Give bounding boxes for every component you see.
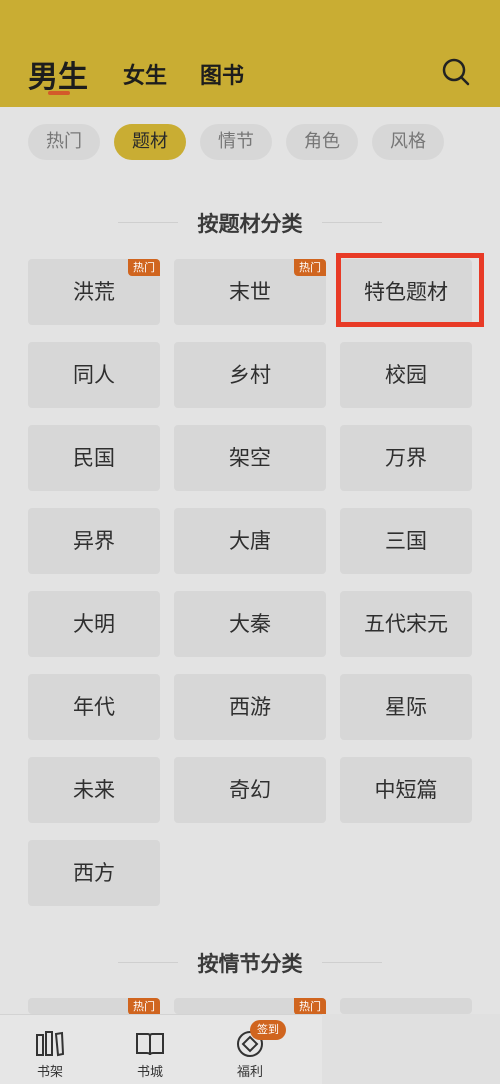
chip-hot[interactable]: 热门	[28, 124, 100, 160]
section-title-plot: 按情节分类	[197, 952, 303, 976]
theme-item-label: 末世	[229, 280, 271, 304]
theme-item-label: 万界	[385, 446, 427, 470]
theme-item-label: 民国	[73, 446, 115, 470]
theme-item[interactable]: 架空	[174, 425, 326, 491]
theme-item[interactable]: 大秦	[174, 591, 326, 657]
theme-item-label: 未来	[73, 778, 115, 802]
plot-item[interactable]: 热门	[174, 998, 326, 1015]
theme-item-label: 星际	[385, 695, 427, 719]
plot-item[interactable]: 热门	[28, 998, 160, 1015]
bookshelf-icon	[36, 1031, 65, 1057]
app-header: 男生 女生 图书	[0, 0, 500, 107]
active-tab-indicator	[48, 91, 70, 95]
tab-female[interactable]: 女生	[123, 58, 167, 90]
hot-badge: 热门	[128, 998, 160, 1015]
theme-item-label: 西游	[229, 695, 271, 719]
theme-item-label: 西方	[73, 861, 115, 885]
theme-item[interactable]: 五代宋元	[340, 591, 472, 657]
search-icon[interactable]	[442, 58, 470, 86]
tab-books[interactable]: 图书	[200, 58, 244, 90]
tab-male[interactable]: 男生	[28, 52, 88, 96]
book-icon	[136, 1033, 164, 1056]
theme-item[interactable]: 同人	[28, 342, 160, 408]
hot-badge: 热门	[128, 259, 160, 276]
chip-style[interactable]: 风格	[372, 124, 444, 160]
theme-item[interactable]: 西游	[174, 674, 326, 740]
theme-item-label: 五代宋元	[364, 612, 448, 636]
theme-item[interactable]: 中短篇	[340, 757, 472, 823]
theme-item[interactable]: 大唐	[174, 508, 326, 574]
theme-item[interactable]: 大明	[28, 591, 160, 657]
nav-bookstore[interactable]: 书城	[120, 1029, 180, 1080]
theme-item-label: 年代	[73, 695, 115, 719]
theme-item-label: 架空	[229, 446, 271, 470]
theme-item[interactable]: 未来	[28, 757, 160, 823]
theme-item[interactable]: 星际	[340, 674, 472, 740]
theme-item-label: 奇幻	[229, 778, 271, 802]
theme-item-label: 洪荒	[73, 280, 115, 304]
divider	[322, 962, 382, 963]
plot-item[interactable]	[340, 998, 472, 1014]
theme-item[interactable]: 异界	[28, 508, 160, 574]
nav-bookshelf[interactable]: 书架	[20, 1029, 80, 1080]
theme-item-label: 大明	[73, 612, 115, 636]
theme-item[interactable]: 奇幻	[174, 757, 326, 823]
divider	[322, 222, 382, 223]
theme-item[interactable]: 年代	[28, 674, 160, 740]
chip-plot[interactable]: 情节	[200, 124, 272, 160]
theme-item-label: 乡村	[229, 363, 271, 387]
theme-item[interactable]: 民国	[28, 425, 160, 491]
blank-area	[322, 1014, 500, 1084]
section-title-theme: 按题材分类	[197, 212, 303, 236]
hot-badge: 热门	[294, 998, 326, 1015]
hot-badge: 热门	[294, 259, 326, 276]
sign-in-badge[interactable]: 签到	[250, 1020, 286, 1040]
theme-item[interactable]: 末世 热门	[174, 259, 326, 325]
theme-item[interactable]: 万界	[340, 425, 472, 491]
theme-item[interactable]: 西方	[28, 840, 160, 906]
theme-item-label: 中短篇	[374, 778, 438, 802]
theme-item-label: 校园	[385, 363, 427, 387]
chip-role[interactable]: 角色	[286, 124, 358, 160]
theme-item-label: 大唐	[229, 529, 271, 553]
theme-item[interactable]: 校园	[340, 342, 472, 408]
theme-item[interactable]: 乡村	[174, 342, 326, 408]
theme-item[interactable]: 洪荒 热门	[28, 259, 160, 325]
theme-item-label: 大秦	[229, 612, 271, 636]
highlight-box	[336, 253, 484, 327]
theme-item-label: 三国	[385, 529, 427, 553]
chip-theme[interactable]: 题材	[114, 124, 186, 160]
theme-item[interactable]: 三国	[340, 508, 472, 574]
theme-item-label: 同人	[73, 363, 115, 387]
theme-item-label: 异界	[73, 529, 115, 553]
